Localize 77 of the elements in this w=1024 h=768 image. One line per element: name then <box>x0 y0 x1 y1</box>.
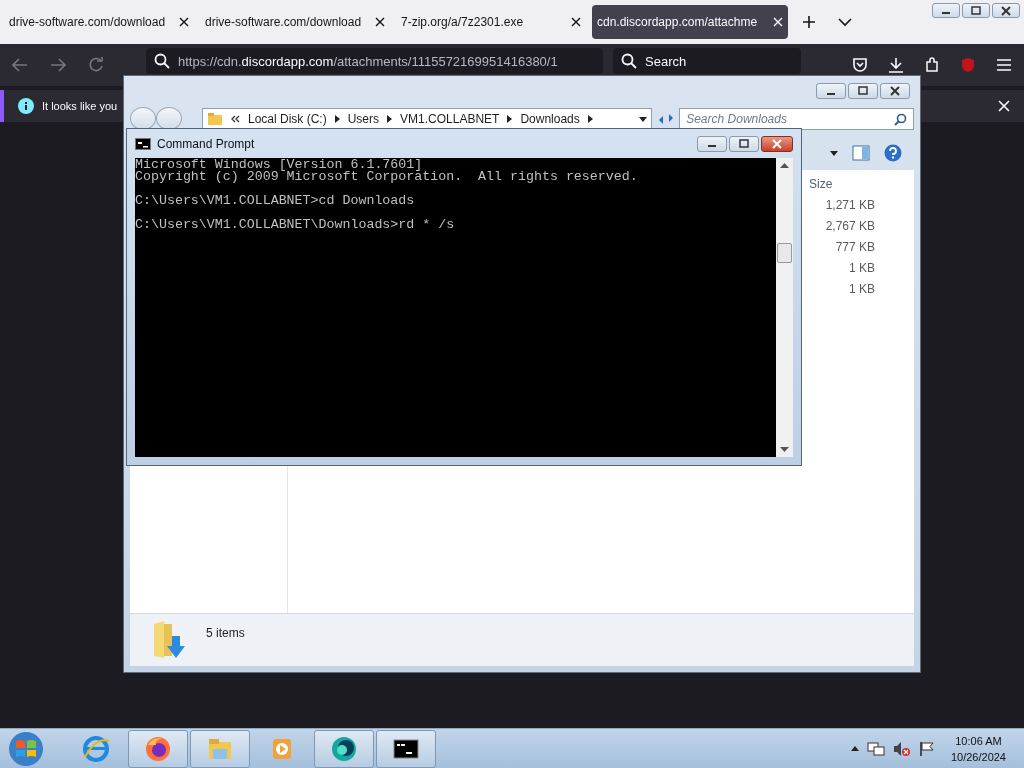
triangle-icon[interactable] <box>587 115 593 123</box>
close-icon[interactable] <box>375 17 385 27</box>
scrollbar-thumb[interactable] <box>777 242 792 263</box>
file-size: 1 KB <box>848 281 876 298</box>
back-button[interactable] <box>130 107 156 130</box>
window-title: Command Prompt <box>157 136 255 151</box>
close-button[interactable] <box>992 3 1020 18</box>
terminal-icon <box>135 137 151 150</box>
caret-icon[interactable] <box>830 150 838 156</box>
info-icon <box>18 98 34 114</box>
search-field[interactable]: Search Downloads <box>679 108 914 130</box>
browser-tab[interactable]: drive-software.com/download <box>4 5 194 39</box>
search-icon <box>154 53 170 69</box>
notification-text: It looks like you <box>42 100 118 112</box>
browser-tab[interactable]: 7-zip.org/a/7z2301.exe <box>396 5 586 39</box>
tab-title: drive-software.com/download <box>205 15 362 29</box>
close-icon <box>1001 5 1011 16</box>
address-field[interactable]: https://cdn.discordapp.com/attachments/1115572169951416380/1 <box>146 48 603 74</box>
dropdown-icon[interactable] <box>638 116 647 122</box>
search-icon <box>621 53 637 69</box>
maximize-icon <box>858 86 868 96</box>
close-icon <box>890 86 900 96</box>
taskbar-button[interactable] <box>376 729 436 768</box>
caret-up-icon[interactable] <box>850 746 859 751</box>
network-icon[interactable] <box>866 740 885 757</box>
close-button[interactable] <box>880 83 910 99</box>
orb-icon <box>330 734 358 763</box>
column-header[interactable]: Size <box>809 174 914 195</box>
flag-icon[interactable] <box>918 740 935 757</box>
minimize-icon <box>942 12 950 14</box>
minimize-icon <box>708 145 716 147</box>
breadcrumb-item[interactable]: Local Disk (C:) <box>248 112 327 126</box>
breadcrumb-item[interactable]: Downloads <box>520 112 580 126</box>
breadcrumb-item[interactable]: VM1.COLLABNET <box>400 112 500 126</box>
close-icon[interactable] <box>179 17 189 27</box>
close-button[interactable] <box>761 135 793 152</box>
maximize-icon <box>971 5 981 16</box>
console-line: Copyright (c) 2009 Microsoft Corporation. All rights reserved. <box>135 171 638 183</box>
minimize-icon <box>827 92 835 95</box>
file-size: 1 KB <box>848 260 876 277</box>
file-size: 1,271 KB <box>824 197 876 214</box>
maximize-button[interactable] <box>848 83 878 99</box>
console-line: C:\Users\VM1.COLLABNET\Downloads>rd * /s <box>135 219 455 231</box>
double-chevron-icon <box>231 115 240 123</box>
tab-title: 7-zip.org/a/7z2301.exe <box>401 15 524 29</box>
forward-button[interactable] <box>156 107 182 130</box>
maximize-button[interactable] <box>962 3 990 18</box>
browser-tab[interactable]: cdn.discordapp.com/attachme <box>592 5 788 39</box>
breadcrumb-item[interactable]: Users <box>347 112 380 126</box>
browser-tab[interactable]: drive-software.com/download <box>200 5 390 39</box>
close-icon <box>772 138 782 149</box>
minimize-button[interactable] <box>816 83 846 99</box>
triangle-icon[interactable] <box>334 115 340 123</box>
globe-icon <box>82 734 110 763</box>
address-bar[interactable]: Local Disk (C:) Users VM1.COLLABNET Downloads <box>202 108 652 130</box>
file-size: 777 KB <box>834 239 876 256</box>
close-icon[interactable] <box>571 17 581 27</box>
triangle-icon[interactable] <box>507 115 513 123</box>
muted-speaker-icon[interactable] <box>892 740 911 757</box>
console-line: C:\Users\VM1.COLLABNET>cd Downloads <box>135 195 415 207</box>
maximize-icon <box>739 138 749 149</box>
file-size: 2,767 KB <box>824 218 876 235</box>
taskbar-button[interactable] <box>314 729 374 768</box>
clock[interactable]: 10:06 AM 10/26/2024 <box>950 732 1006 765</box>
console-line: Microsoft Windows [Version 6.1.7601] <box>135 159 423 171</box>
tab-title: drive-software.com/download <box>9 15 166 29</box>
triangle-icon[interactable] <box>387 115 393 123</box>
tab-title: cdn.discordapp.com/attachme <box>597 15 758 29</box>
search-field[interactable]: Search <box>613 48 801 74</box>
fox-icon <box>144 734 172 763</box>
minimize-button[interactable] <box>697 135 727 152</box>
minimize-button[interactable] <box>932 3 960 18</box>
maximize-button[interactable] <box>729 135 759 152</box>
item-count: 5 items <box>206 626 245 640</box>
search-icon[interactable] <box>894 112 907 126</box>
folder-icon <box>207 112 223 126</box>
help-icon[interactable] <box>884 144 902 162</box>
